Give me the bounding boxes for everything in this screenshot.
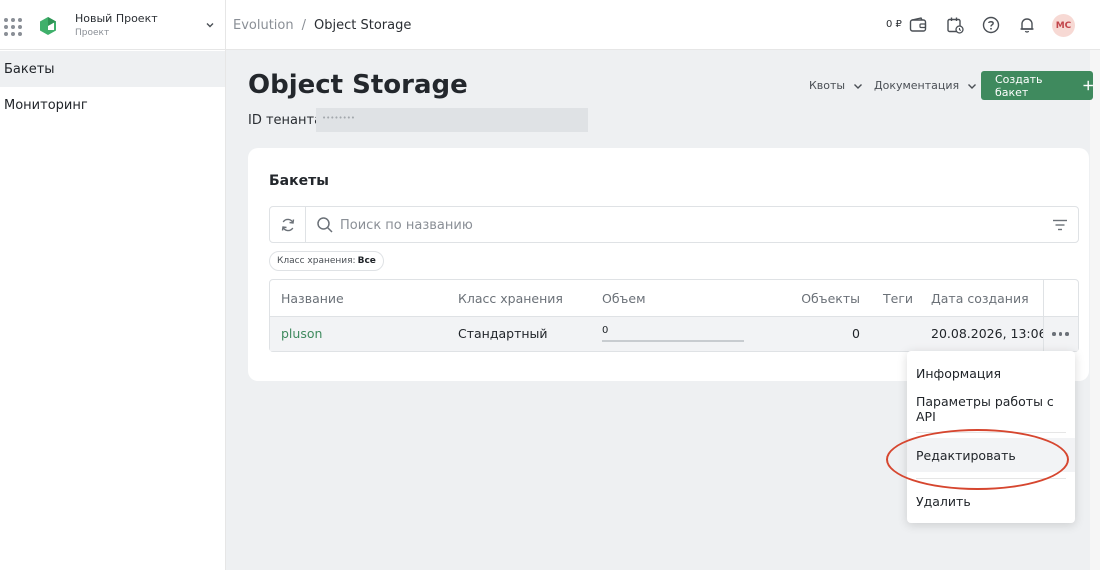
chevron-down-icon[interactable] [205,20,215,30]
plus-icon [1083,80,1093,91]
breadcrumb-separator: / [301,18,307,33]
row-actions-menu: Информация Параметры работы с API Редакт… [907,351,1075,523]
tenant-id-label: ID тенанта [248,113,323,128]
cloud-logo-icon[interactable] [38,16,58,36]
bucket-volume: 0 [602,325,744,342]
breadcrumb-object-storage: Object Storage [314,18,412,33]
calendar-icon[interactable] [946,16,964,34]
search-input[interactable] [340,215,1030,235]
page-title: Object Storage [248,70,468,100]
menu-item-api-params[interactable]: Параметры работы с API [907,392,1075,426]
column-header-name[interactable]: Название [281,291,344,306]
actions-column-divider [1043,280,1044,351]
sidebar-item-buckets[interactable]: Бакеты [0,51,225,87]
column-header-objects[interactable]: Объекты [801,291,860,306]
chevron-down-icon [968,83,977,89]
apps-grid-icon[interactable] [4,18,22,36]
menu-divider [916,478,1066,479]
menu-item-info[interactable]: Информация [907,356,1075,390]
menu-divider [916,432,1066,433]
bucket-volume-value: 0 [602,325,609,336]
column-header-created[interactable]: Дата создания [931,291,1029,306]
menu-item-edit[interactable]: Редактировать [907,438,1075,472]
create-bucket-label: Создать бакет [995,72,1043,99]
bucket-objects-count: 0 [852,326,860,341]
sidebar-item-monitoring[interactable]: Мониторинг [0,87,225,123]
docs-label: Документация [874,79,960,92]
column-header-tags[interactable]: Теги [883,291,913,306]
card-title: Бакеты [269,173,329,189]
sidebar-item-label: Бакеты [4,61,55,77]
bucket-volume-bar [602,340,744,342]
search-icon [317,217,333,233]
breadcrumb: Evolution / Object Storage [233,18,411,33]
avatar[interactable]: МС [1052,14,1075,37]
sidebar-item-label: Мониторинг [4,97,88,113]
tenant-id-value[interactable]: •••••••• [316,108,588,132]
quotas-label: Квоты [809,79,846,92]
quotas-dropdown[interactable]: Квоты [809,79,863,92]
chip-label: Класс хранения: [277,256,356,266]
storage-class-filter-chip[interactable]: Класс хранения: Все [269,251,384,271]
breadcrumb-evolution[interactable]: Evolution [233,18,294,33]
table-row[interactable]: pluson Стандартный 0 0 20.08.2026, 13:06 [270,317,1078,351]
table-header-row: Название Класс хранения Объем Объекты Те… [270,280,1078,317]
bell-icon[interactable] [1018,16,1036,34]
docs-dropdown[interactable]: Документация [874,79,977,92]
refresh-icon [281,218,294,231]
filter-icon[interactable] [1052,217,1068,233]
bucket-storage-class: Стандартный [458,326,548,341]
search-box [305,206,1079,243]
refresh-button[interactable] [269,206,306,243]
balance-value[interactable]: 0 ₽ [886,19,902,30]
menu-item-delete[interactable]: Удалить [907,484,1075,518]
top-bar: Новый Проект Проект Evolution / Object S… [0,0,1100,50]
wallet-icon[interactable] [909,16,927,34]
buckets-table: Название Класс хранения Объем Объекты Те… [269,279,1079,352]
project-name[interactable]: Новый Проект [75,12,158,25]
more-actions-icon[interactable] [1052,332,1070,336]
create-bucket-button[interactable]: Создать бакет [981,71,1093,100]
chip-value: Все [357,256,376,266]
column-header-storage-class[interactable]: Класс хранения [458,291,563,306]
bucket-created-date: 20.08.2026, 13:06 [931,326,1043,341]
column-header-volume[interactable]: Объем [602,291,646,306]
bucket-name-link[interactable]: pluson [281,326,322,341]
help-icon[interactable] [982,16,1000,34]
project-subtitle: Проект [75,28,110,38]
background-window-strip [1090,50,1100,570]
chevron-down-icon [854,83,863,89]
